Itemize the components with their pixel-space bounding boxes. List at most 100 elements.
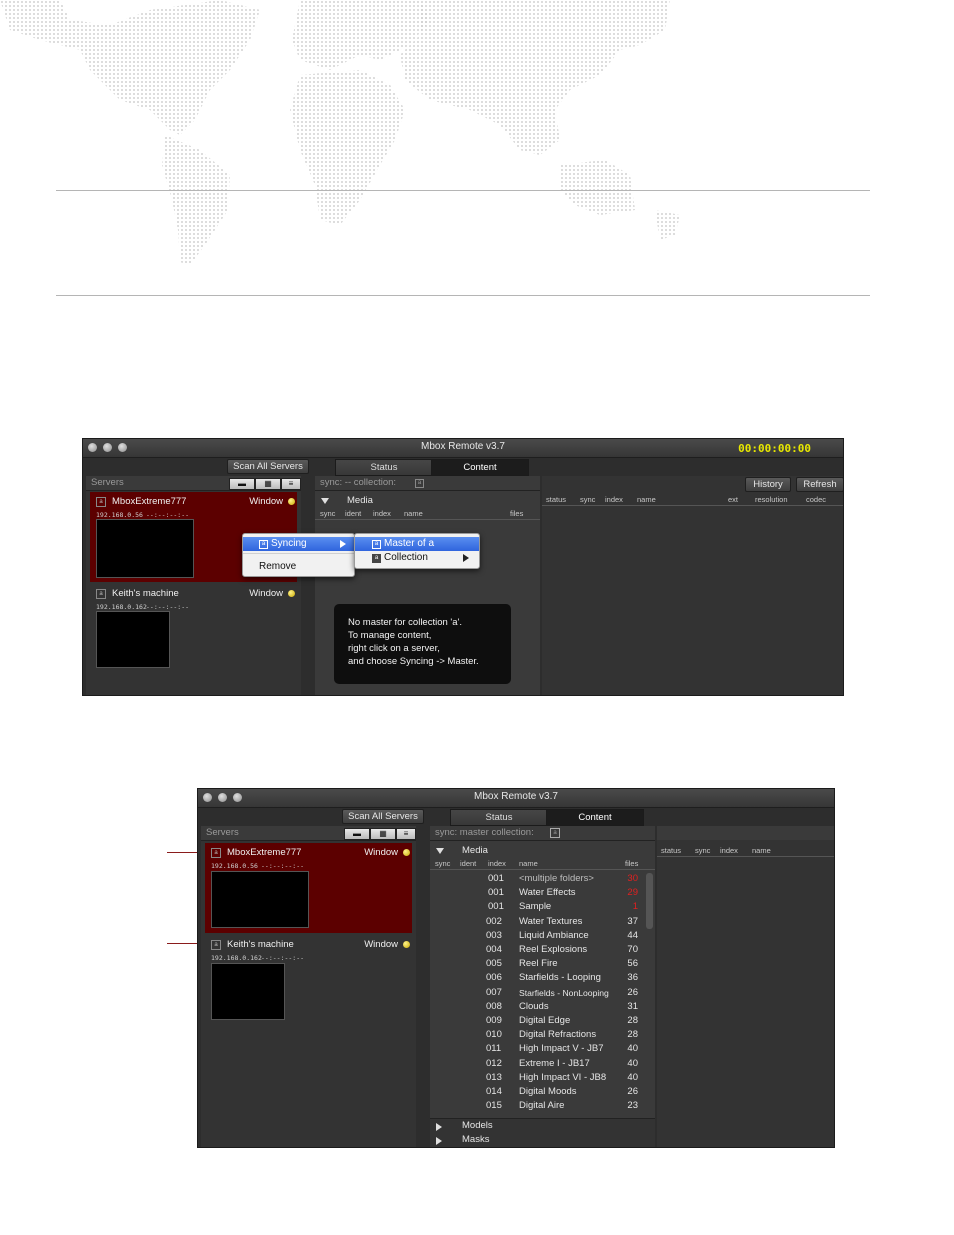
refresh-button[interactable]: Refresh — [796, 477, 843, 492]
view-single-button[interactable]: ▬ — [344, 828, 370, 840]
history-button[interactable]: History — [745, 477, 791, 492]
media-row[interactable]: 001 Sample 1 — [430, 901, 644, 915]
col-sync[interactable]: sync — [695, 846, 710, 855]
server-name: MboxExtreme777 — [227, 847, 302, 858]
title-bar[interactable]: Mbox Remote v3.7 00:00:00:00 — [83, 439, 843, 458]
content-toolbar — [657, 826, 834, 840]
col-files[interactable]: files — [510, 509, 523, 518]
media-row[interactable]: 006 Starfields - Looping 36 — [430, 972, 644, 986]
server-name: Keith's machine — [227, 939, 294, 950]
media-index: 001 — [488, 901, 504, 913]
media-name: Clouds — [519, 1000, 549, 1012]
server-item-selected[interactable]: a MboxExtreme777 Window 192.168.0.56 --:… — [205, 843, 412, 933]
media-row[interactable]: 013 High Impact VI - JB8 40 — [430, 1072, 644, 1086]
media-group-label[interactable]: Media — [347, 495, 373, 506]
submenu-arrow-icon — [340, 540, 346, 548]
media-row[interactable]: 015 Digital Aire 23 — [430, 1100, 644, 1114]
col-name[interactable]: name — [752, 846, 771, 855]
col-name[interactable]: name — [637, 495, 656, 504]
media-row[interactable]: 005 Reel Fire 56 — [430, 958, 644, 972]
server-item[interactable]: a Keith's machine Window 192.168.0.162 -… — [205, 935, 412, 1025]
view-list-button[interactable]: ≡ — [396, 828, 416, 840]
disclosure-open-icon[interactable] — [436, 848, 444, 854]
disclosure-open-icon[interactable] — [321, 498, 329, 504]
media-row[interactable]: 007 Starfields - NonLooping 26 — [430, 987, 644, 1001]
media-row[interactable]: 012 Extreme I - JB17 40 — [430, 1058, 644, 1072]
media-file-count: 36 — [627, 972, 638, 984]
media-file-count: 28 — [627, 1015, 638, 1026]
tab-status[interactable]: Status — [450, 809, 548, 826]
col-files[interactable]: files — [625, 859, 638, 868]
scan-all-servers-button[interactable]: Scan All Servers — [227, 459, 309, 474]
window-label[interactable]: Window — [364, 939, 398, 950]
menu-item-master[interactable]: a Master of a — [355, 537, 479, 551]
media-row[interactable]: 009 Digital Edge 28 — [430, 1015, 644, 1029]
models-group[interactable]: Models — [462, 1120, 493, 1131]
window-label[interactable]: Window — [364, 847, 398, 858]
server-timecode: --:--:--:-- — [146, 511, 190, 519]
scan-all-servers-button[interactable]: Scan All Servers — [342, 809, 424, 824]
col-name[interactable]: name — [519, 859, 538, 868]
tooltip-line: To manage content, — [348, 630, 432, 641]
col-index[interactable]: index — [488, 859, 506, 868]
media-file-count: 37 — [627, 915, 638, 927]
tab-content[interactable]: Content — [431, 459, 529, 476]
window-label[interactable]: Window — [249, 496, 283, 507]
col-index[interactable]: index — [605, 495, 623, 504]
menu-label: Master of a — [384, 538, 435, 549]
media-row[interactable]: 008 Clouds 31 — [430, 1001, 644, 1015]
col-status[interactable]: status — [661, 846, 681, 855]
server-timecode: --:--:--:-- — [261, 862, 305, 870]
masks-group[interactable]: Masks — [462, 1134, 489, 1145]
col-ident[interactable]: ident — [345, 509, 361, 518]
menu-item-syncing[interactable]: a Syncing — [243, 537, 354, 551]
collection-badge: a — [96, 497, 106, 507]
media-row[interactable]: 001 Water Effects 29 — [430, 887, 644, 901]
collection-badge: a — [372, 540, 381, 549]
media-row[interactable]: 003 Liquid Ambiance 44 — [430, 930, 644, 944]
servers-header: Servers ▬ ▦ ≡ — [86, 476, 301, 491]
col-index[interactable]: index — [373, 509, 391, 518]
col-index[interactable]: index — [720, 846, 738, 855]
view-grid-button[interactable]: ▦ — [370, 828, 396, 840]
media-index: 007 — [486, 986, 502, 998]
header-divider — [657, 856, 834, 857]
view-list-button[interactable]: ≡ — [281, 478, 301, 490]
menu-item-remove[interactable]: Remove — [243, 560, 354, 574]
media-group-label[interactable]: Media — [462, 845, 488, 856]
col-name[interactable]: name — [404, 509, 423, 518]
media-row[interactable]: 001 <multiple folders> 30 — [430, 873, 644, 887]
menu-label: Remove — [259, 561, 297, 572]
view-grid-button[interactable]: ▦ — [255, 478, 281, 490]
media-row[interactable]: 014 Digital Moods 26 — [430, 1086, 644, 1100]
col-sync[interactable]: sync — [580, 495, 595, 504]
tab-status[interactable]: Status — [335, 459, 433, 476]
media-file-count: 26 — [627, 1086, 638, 1097]
media-row[interactable]: 004 Reel Explosions 70 — [430, 944, 644, 958]
col-codec[interactable]: codec — [806, 495, 826, 504]
menu-item-collection[interactable]: a Collection — [355, 551, 479, 565]
grid-view-icon: ▦ — [264, 479, 272, 488]
scrollbar-thumb[interactable] — [646, 873, 653, 929]
media-row[interactable]: 011 High Impact V - JB7 40 — [430, 1043, 644, 1057]
col-resolution[interactable]: resolution — [755, 495, 788, 504]
media-index: 001 — [488, 873, 504, 884]
tab-content[interactable]: Content — [546, 809, 644, 826]
window-label[interactable]: Window — [249, 588, 283, 599]
col-sync[interactable]: sync — [435, 859, 450, 868]
disclosure-closed-icon[interactable] — [436, 1137, 442, 1145]
server-preview — [96, 611, 170, 668]
grid-view-icon: ▦ — [379, 829, 387, 838]
media-row[interactable]: 010 Digital Refractions 28 — [430, 1029, 644, 1043]
col-status[interactable]: status — [546, 495, 566, 504]
server-item[interactable]: a Keith's machine Window 192.168.0.162 -… — [90, 584, 297, 674]
server-preview — [96, 519, 194, 578]
view-single-button[interactable]: ▬ — [229, 478, 255, 490]
col-ident[interactable]: ident — [460, 859, 476, 868]
title-bar[interactable]: Mbox Remote v3.7 — [198, 789, 834, 808]
disclosure-closed-icon[interactable] — [436, 1123, 442, 1131]
col-ext[interactable]: ext — [728, 495, 738, 504]
media-row[interactable]: 002 Water Textures 37 — [430, 916, 644, 930]
col-sync[interactable]: sync — [320, 509, 335, 518]
status-led-icon — [403, 849, 410, 856]
